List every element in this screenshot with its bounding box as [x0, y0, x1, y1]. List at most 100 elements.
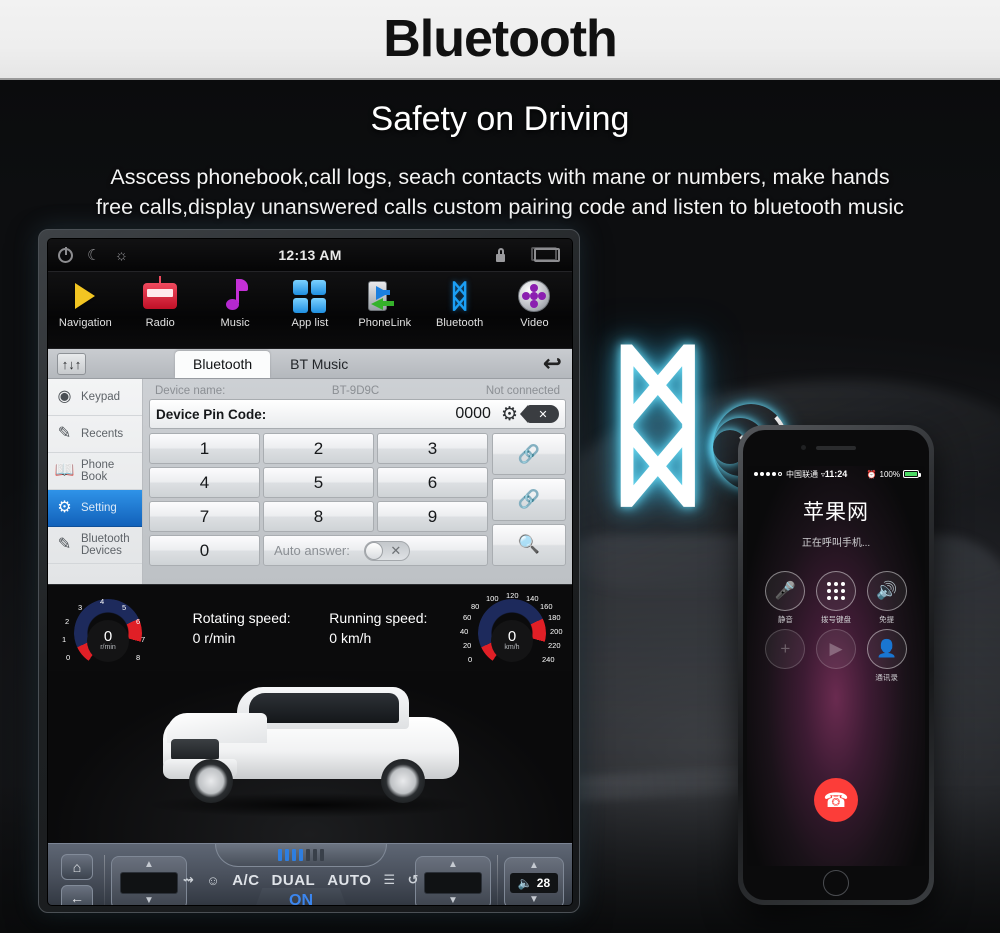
- dock-item-navigation[interactable]: Navigation: [49, 276, 121, 329]
- backspace-icon[interactable]: ✕: [520, 405, 559, 423]
- climate-labels-row: ⇝ ☺ A/C DUAL AUTO ☰ ↺: [183, 872, 418, 889]
- gear-icon[interactable]: ⚙: [501, 405, 518, 424]
- dual-label[interactable]: DUAL: [272, 872, 316, 889]
- tach-tick-4: 4: [100, 597, 105, 606]
- tab-bt-music[interactable]: BT Music: [272, 351, 366, 378]
- dock-item-radio[interactable]: Radio: [124, 276, 196, 329]
- dock-item-phonelink[interactable]: PhoneLink: [349, 276, 421, 329]
- call-action-keypad[interactable]: 拨号键盘: [815, 571, 856, 624]
- volume-down-icon[interactable]: ▼: [529, 894, 539, 905]
- dock-label-video: Video: [520, 317, 549, 329]
- dock-item-bluetooth[interactable]: ᛥ Bluetooth: [424, 276, 496, 329]
- bt-devices-icon: ✎: [57, 536, 72, 553]
- auto-answer-row[interactable]: Auto answer: ✕: [263, 535, 488, 566]
- connection-status: Not connected: [485, 385, 560, 397]
- tach-readout: Rotating speed: 0 r/min: [193, 608, 291, 648]
- back-arrow-icon[interactable]: ←: [61, 885, 93, 905]
- ac-on-indicator[interactable]: ON: [253, 887, 349, 905]
- contacts-icon[interactable]: 👤: [866, 629, 907, 669]
- key-3[interactable]: 3: [377, 433, 488, 464]
- key-6[interactable]: 6: [377, 467, 488, 498]
- dock-label-navigation: Navigation: [58, 317, 112, 329]
- airflow-icon[interactable]: ⇝: [183, 872, 194, 888]
- tach-unit: r/min: [100, 644, 116, 651]
- bluetooth-action-buttons: 🔗 🔗 🔍: [492, 433, 566, 566]
- earpiece-speaker: [816, 446, 856, 450]
- key-2[interactable]: 2: [263, 433, 374, 464]
- defrost-rear-icon[interactable]: ☰: [383, 872, 395, 888]
- keypad-icon[interactable]: [815, 571, 856, 611]
- music-note-icon: [199, 276, 271, 316]
- key-0[interactable]: 0: [149, 535, 260, 566]
- call-action-add-call: +: [765, 629, 806, 681]
- dock-item-video[interactable]: Video: [498, 276, 570, 329]
- head-unit-status-bar: ☾ ☼ 12:13 AM: [48, 239, 572, 272]
- key-8[interactable]: 8: [263, 501, 374, 532]
- back-icon[interactable]: ↩: [543, 351, 562, 375]
- hero-description-line-2: free calls,display unanswered calls cust…: [96, 195, 904, 219]
- auto-answer-toggle[interactable]: ✕: [363, 540, 410, 561]
- volume-up-icon[interactable]: ▲: [529, 860, 539, 871]
- lock-icon[interactable]: [495, 248, 506, 262]
- status-right-group: ⏰ 100%: [867, 470, 921, 479]
- volume-control[interactable]: ▲ 🔈 28 ▼: [504, 856, 564, 905]
- key-9[interactable]: 9: [377, 501, 488, 532]
- head-unit-screen: ☾ ☼ 12:13 AM Navigation Radio Music App …: [47, 238, 573, 906]
- speedo-unit: km/h: [504, 644, 520, 651]
- sidebar-item-phone-book[interactable]: 📖 Phone Book: [48, 453, 142, 490]
- key-7[interactable]: 7: [149, 501, 260, 532]
- passenger-temp-up-icon[interactable]: ▲: [448, 859, 458, 870]
- recirculate-icon[interactable]: ↺: [408, 872, 419, 888]
- climate-center: ⇝ ☺ A/C DUAL AUTO ☰ ↺ ON: [183, 843, 418, 905]
- call-action-contacts[interactable]: 👤 通讯录: [866, 629, 907, 682]
- tab-bluetooth[interactable]: Bluetooth: [175, 351, 271, 378]
- link-icon[interactable]: 🔗: [492, 433, 566, 476]
- contacts-label: 通讯录: [875, 673, 898, 682]
- equalizer-button[interactable]: ↑↓↑: [57, 353, 86, 375]
- tach-tick-7: 7: [141, 635, 146, 644]
- sidebar-item-keypad[interactable]: ◉ Keypad: [48, 379, 142, 416]
- bluetooth-sidebar: ◉ Keypad ✎ Recents 📖 Phone Book ⚙ Settin…: [48, 379, 143, 584]
- call-action-mute[interactable]: 🎤 静音: [765, 571, 806, 624]
- mute-mic-icon[interactable]: 🎤: [765, 571, 806, 611]
- defrost-front-icon[interactable]: ☺: [206, 873, 220, 888]
- key-1[interactable]: 1: [149, 433, 260, 464]
- key-4[interactable]: 4: [149, 467, 260, 498]
- auto-label[interactable]: AUTO: [327, 872, 371, 889]
- magnifier-icon[interactable]: 🔍: [492, 523, 566, 566]
- temp-up-icon[interactable]: ▲: [144, 859, 154, 870]
- home-button[interactable]: [823, 870, 849, 896]
- car-front-wheel: [189, 759, 233, 803]
- bluetooth-main-pane: Device name: BT-9D9C Not connected Devic…: [143, 379, 572, 584]
- dock-item-app-list[interactable]: App list: [274, 276, 346, 329]
- end-call-button[interactable]: ☎: [814, 778, 858, 822]
- pin-code-row[interactable]: Device Pin Code: 0000 ⚙ ✕: [149, 399, 566, 429]
- speedo-readout-value: 0 km/h: [329, 630, 372, 646]
- broken-link-icon[interactable]: 🔗: [492, 478, 566, 521]
- key-5[interactable]: 5: [263, 467, 374, 498]
- dock-item-music[interactable]: Music: [199, 276, 271, 329]
- ac-label[interactable]: A/C: [232, 872, 259, 889]
- home-icon[interactable]: ⌂: [61, 854, 93, 880]
- sidebar-item-bluetooth-devices[interactable]: ✎ Bluetooth Devices: [48, 527, 142, 564]
- passenger-temp-control[interactable]: ▲ ▼: [415, 855, 491, 905]
- radio-icon: [124, 276, 196, 316]
- speaker-icon[interactable]: 🔊: [866, 571, 907, 611]
- white-suv-illustration: [145, 681, 475, 821]
- app-dock: Navigation Radio Music App list PhoneLin…: [48, 272, 572, 349]
- call-action-speaker[interactable]: 🔊 免提: [866, 571, 907, 624]
- tach-value: 0: [103, 628, 113, 645]
- call-action-facetime: ▶: [815, 629, 856, 681]
- add-call-icon: +: [765, 629, 806, 669]
- temp-down-icon[interactable]: ▼: [144, 895, 154, 905]
- screen-icon[interactable]: [531, 247, 560, 262]
- passenger-temp-down-icon[interactable]: ▼: [448, 895, 458, 905]
- speaker-icon: 🔈: [517, 875, 533, 890]
- bluetooth-rune-icon: ᛥ: [605, 323, 711, 528]
- car-rear-wheel: [381, 759, 425, 803]
- sidebar-item-recents[interactable]: ✎ Recents: [48, 416, 142, 453]
- keypad-dial-icon: ◉: [57, 388, 72, 405]
- driver-temp-control[interactable]: ▲ ▼: [111, 855, 187, 905]
- gauge-bar: 0 r/min 0 1 2 3 4 5 6 7 8 Rotating speed…: [48, 585, 572, 671]
- sidebar-item-setting[interactable]: ⚙ Setting: [48, 490, 142, 527]
